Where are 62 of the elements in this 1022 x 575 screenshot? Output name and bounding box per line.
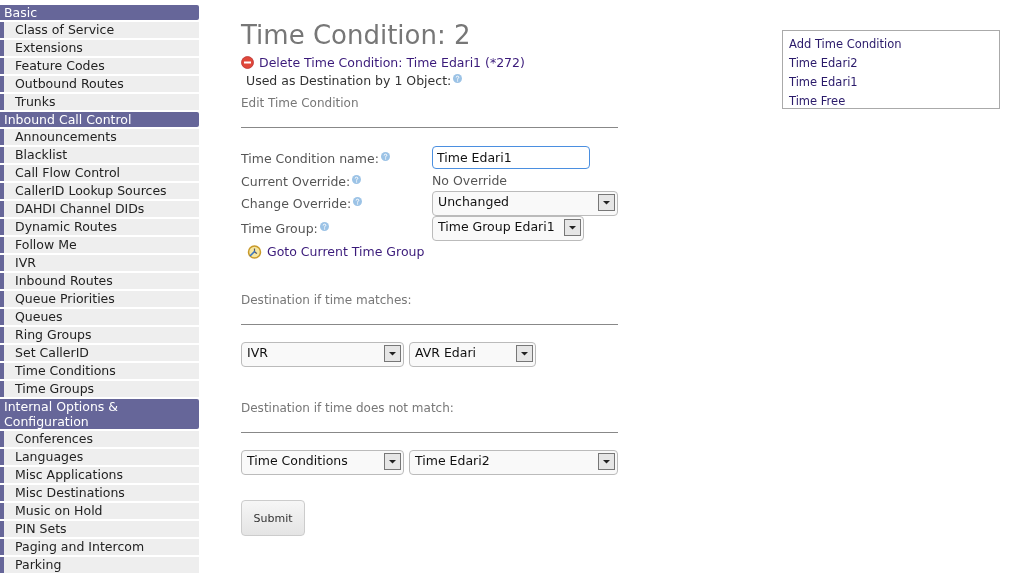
sidebar-item[interactable]: Dynamic Routes [0, 219, 199, 235]
sidebar-item[interactable]: Ring Groups [0, 327, 199, 343]
sidebar-item[interactable]: Blacklist [0, 147, 199, 163]
section-heading: Destination if time matches: [241, 293, 413, 307]
sidebar-section-header: Basic [0, 5, 199, 20]
sidebar-item[interactable]: Announcements [0, 129, 199, 145]
dropdown[interactable]: IVR [241, 342, 404, 367]
sidebar-item[interactable]: Call Flow Control [0, 165, 199, 181]
sidebar-section-header: Internal Options & Configuration [0, 399, 199, 429]
sidebar-item[interactable]: Misc Applications [0, 467, 199, 483]
field-label: Change Override: [241, 196, 352, 211]
sidebar-section-header: Inbound Call Control [0, 112, 199, 127]
dropdown[interactable]: AVR Edari [409, 342, 536, 367]
dropdown[interactable]: Time Group Edari1 [432, 216, 584, 241]
sidebar-item[interactable]: Time Conditions [0, 363, 199, 379]
clock-icon[interactable] [247, 244, 262, 259]
section-heading: Destination if time does not match: [241, 401, 455, 415]
time-condition-link[interactable]: Time Edari2 [789, 54, 999, 73]
dropdown[interactable]: Unchanged [432, 191, 618, 216]
field-value: No Override [432, 172, 508, 188]
sidebar-item[interactable]: Class of Service [0, 22, 199, 38]
sidebar-item[interactable]: Languages [0, 449, 199, 465]
section-heading: Edit Time Condition [241, 96, 360, 110]
time-condition-link[interactable]: Time Edari1 [789, 73, 999, 92]
sidebar-item[interactable]: Inbound Routes [0, 273, 199, 289]
help-icon[interactable] [380, 152, 390, 161]
sidebar-item[interactable]: IVR [0, 255, 199, 271]
submit-button[interactable]: Submit [241, 500, 305, 536]
sidebar-item[interactable]: Time Groups [0, 381, 199, 397]
help-icon[interactable] [453, 74, 463, 83]
sidebar-item[interactable]: Parking [0, 557, 199, 573]
dropdown[interactable]: Time Edari2 [409, 450, 618, 475]
help-icon[interactable] [319, 222, 329, 231]
page-title: Time Condition: 2 [241, 20, 472, 50]
dropdown[interactable]: Time Conditions [241, 450, 404, 475]
sidebar-item[interactable]: Music on Hold [0, 503, 199, 519]
sidebar-item[interactable]: Feature Codes [0, 58, 199, 74]
used-as-destination-text: Used as Destination by 1 Object: [246, 73, 452, 88]
sidebar-item[interactable]: Queue Priorities [0, 291, 199, 307]
sidebar-item[interactable]: Follow Me [0, 237, 199, 253]
sidebar-item[interactable]: PIN Sets [0, 521, 199, 537]
help-icon[interactable] [353, 197, 363, 206]
goto-time-group-link[interactable]: Goto Current Time Group [267, 244, 425, 259]
sidebar-item[interactable]: Misc Destinations [0, 485, 199, 501]
name-input-field[interactable]: Time Edari1 [432, 146, 590, 169]
help-icon[interactable] [352, 175, 362, 184]
time-condition-link[interactable]: Add Time Condition [789, 35, 999, 54]
delete-link[interactable]: Delete Time Condition: Time Edari1 (*272) [259, 55, 525, 70]
time-condition-link[interactable]: Time Free [789, 92, 999, 111]
field-label: Time Group: [241, 221, 318, 236]
sidebar-item[interactable]: Queues [0, 309, 199, 325]
sidebar-item[interactable]: Trunks [0, 94, 199, 110]
sidebar-item[interactable]: Set CallerID [0, 345, 199, 361]
delete-icon[interactable] [241, 56, 254, 69]
sidebar-item[interactable]: Extensions [0, 40, 199, 56]
sidebar-item[interactable]: Paging and Intercom [0, 539, 199, 555]
sidebar-item[interactable]: Conferences [0, 431, 199, 447]
field-label: Time Condition name: [241, 151, 379, 166]
sidebar-item[interactable]: DAHDI Channel DIDs [0, 201, 199, 217]
sidebar-item[interactable]: CallerID Lookup Sources [0, 183, 199, 199]
sidebar-item[interactable]: Outbound Routes [0, 76, 199, 92]
field-label: Current Override: [241, 174, 351, 189]
